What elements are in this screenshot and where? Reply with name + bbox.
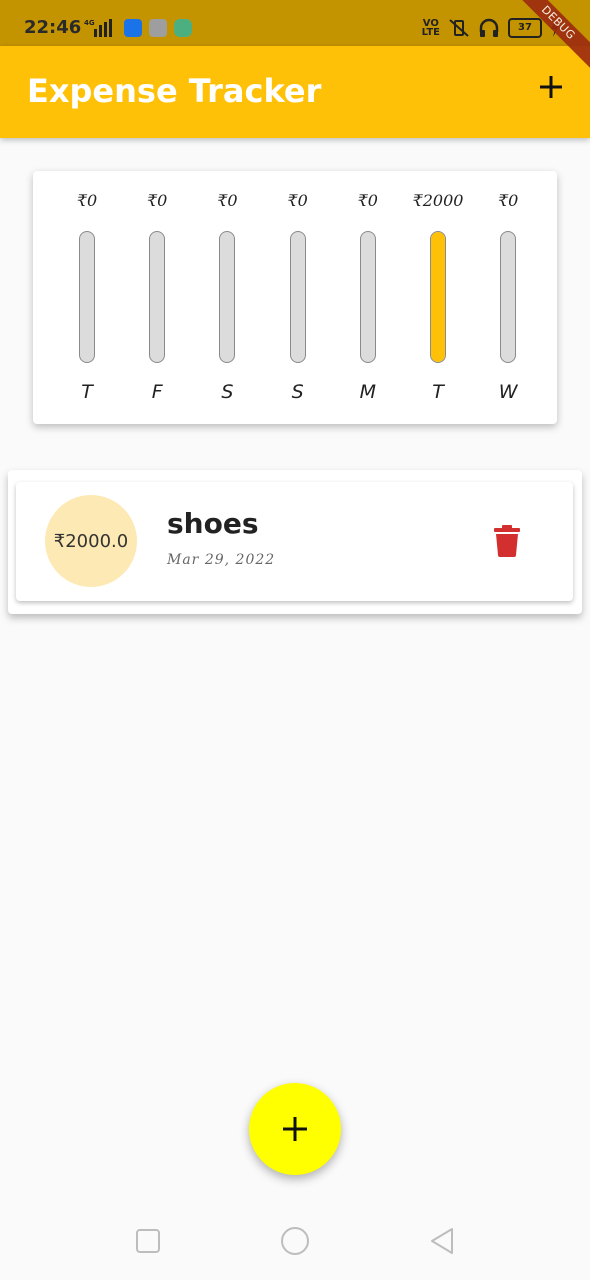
plus-icon xyxy=(283,1117,307,1141)
chart-column: ₹0 W xyxy=(478,171,538,424)
chart-day-label: M xyxy=(359,381,376,403)
vibrate-icon xyxy=(449,19,469,37)
chart-day-label: T xyxy=(432,381,444,403)
app-bar: Expense Tracker xyxy=(0,46,590,138)
recent-apps-icon[interactable] xyxy=(133,1226,163,1256)
battery-icon: 37 xyxy=(508,18,542,38)
chart-day-label: F xyxy=(151,381,163,403)
weekly-chart-card: ₹0 T ₹0 F ₹0 S ₹0 S ₹0 M ₹2000 T ₹0 W xyxy=(33,171,557,424)
chart-column: ₹0 F xyxy=(127,171,187,424)
status-bar: 22:46 4G VO LTE 37 xyxy=(0,0,590,46)
signal-icon: 4G xyxy=(84,19,112,37)
drive-icon xyxy=(149,19,167,37)
chart-bar-fill xyxy=(431,232,445,362)
chart-bar-track xyxy=(500,231,517,363)
transaction-date: Mar 29, 2022 xyxy=(167,552,276,568)
chart-column: ₹0 M xyxy=(338,171,398,424)
chart-amount-label: ₹0 xyxy=(217,191,238,210)
transaction-card: ₹2000.0 shoes Mar 29, 2022 xyxy=(16,482,573,601)
chart-bar-track xyxy=(359,231,376,363)
transaction-list: ₹2000.0 shoes Mar 29, 2022 xyxy=(8,470,582,614)
chart-bar-track xyxy=(219,231,236,363)
chart-bar-track xyxy=(149,231,166,363)
chart-amount-label: ₹0 xyxy=(287,191,308,210)
chart-day-label: T xyxy=(81,381,93,403)
amount-avatar: ₹2000.0 xyxy=(45,495,137,587)
status-time: 22:46 xyxy=(24,17,82,38)
chart-day-label: W xyxy=(498,381,518,403)
trash-icon[interactable] xyxy=(494,525,520,557)
chart-column: ₹2000 T xyxy=(408,171,468,424)
chart-day-label: S xyxy=(291,381,304,403)
chart-bar-track xyxy=(79,231,95,363)
network-type: 4G xyxy=(84,19,95,27)
chart-amount-label: ₹0 xyxy=(76,191,98,210)
app-title: Expense Tracker xyxy=(27,72,322,110)
chart-amount-label: ₹0 xyxy=(498,191,519,210)
chart-amount-label: ₹0 xyxy=(357,191,378,210)
status-right-icons: VO LTE 37 xyxy=(422,16,560,40)
chart-amount-label: ₹0 xyxy=(147,191,168,210)
headphones-icon xyxy=(479,18,499,37)
back-icon[interactable] xyxy=(428,1226,458,1256)
transaction-title: shoes xyxy=(167,507,259,540)
chart-bar-track xyxy=(430,231,446,363)
volte-label: VO LTE xyxy=(421,18,440,38)
chart-bar-track xyxy=(289,231,306,363)
add-expense-button[interactable] xyxy=(538,74,564,100)
chart-column: ₹0 T xyxy=(57,171,117,424)
usb-icon xyxy=(124,19,142,37)
chart-amount-label: ₹2000 xyxy=(412,191,464,210)
app-icon xyxy=(174,19,192,37)
home-icon[interactable] xyxy=(280,1226,310,1256)
chart-column: ₹0 S xyxy=(197,171,257,424)
fab-add-button[interactable] xyxy=(249,1083,341,1175)
chart-column: ₹0 S xyxy=(268,171,328,424)
chart-day-label: S xyxy=(221,381,234,403)
